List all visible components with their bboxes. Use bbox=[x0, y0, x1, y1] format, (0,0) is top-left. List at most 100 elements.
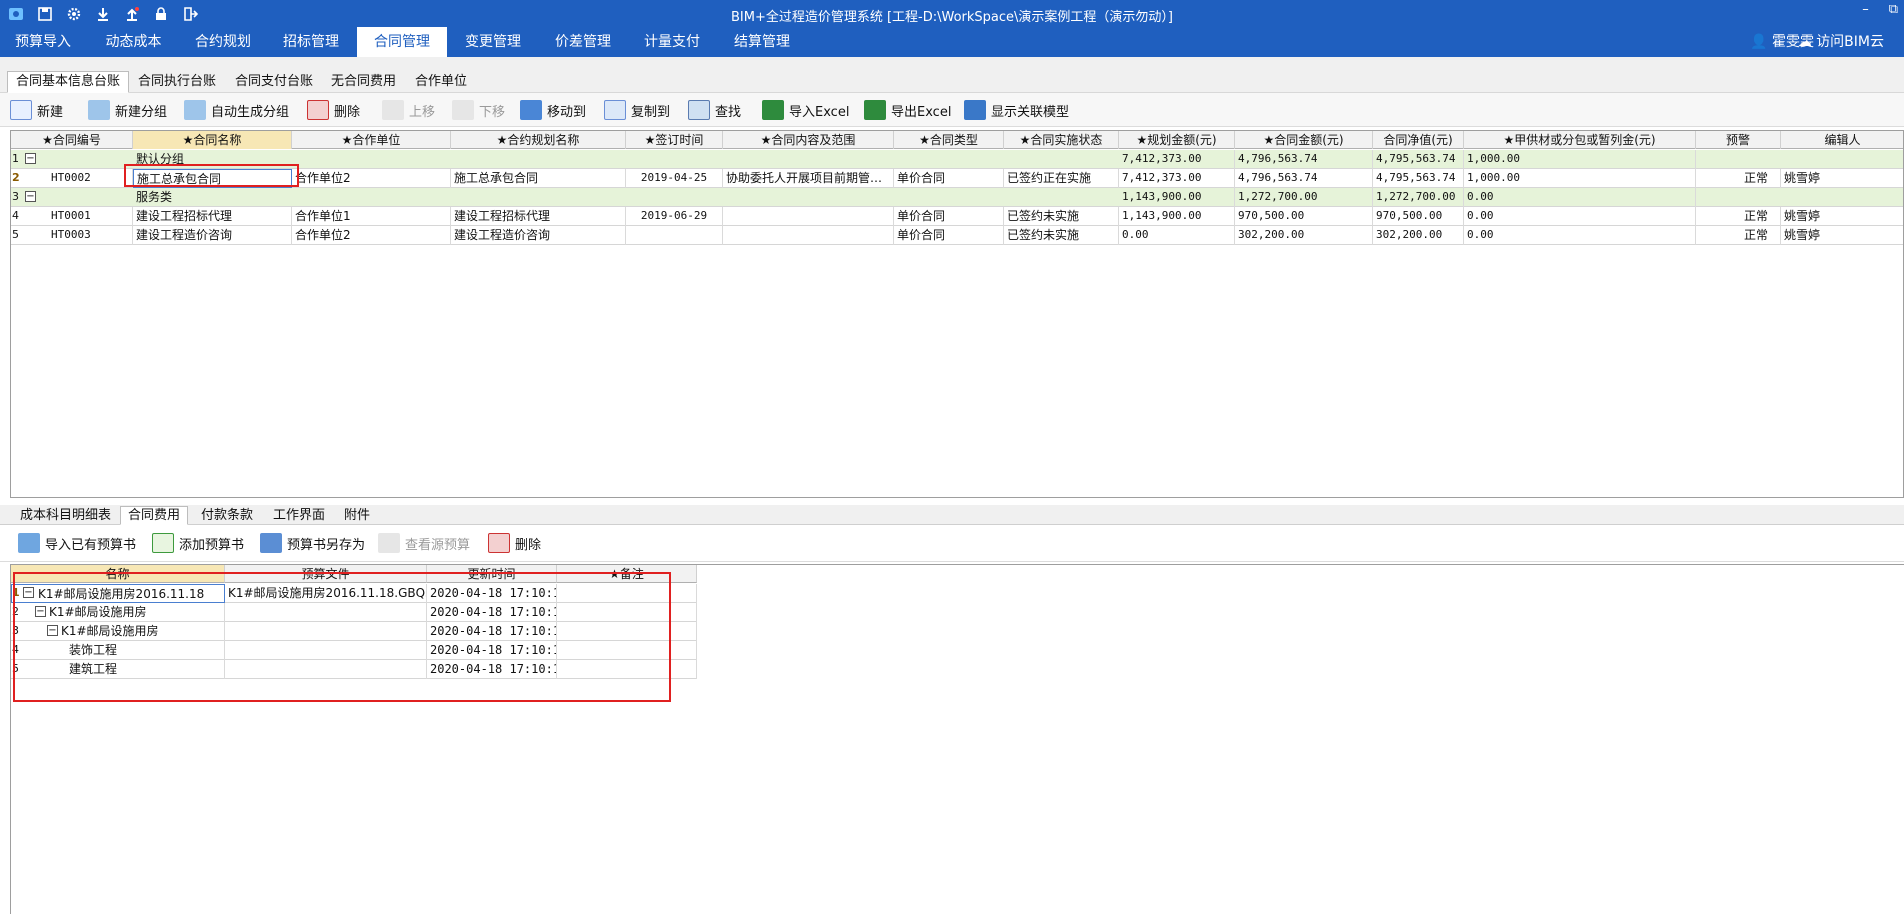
col-net-value[interactable]: 合同净值(元) bbox=[1373, 131, 1464, 149]
col-supply-amount[interactable]: ★甲供材或分包或暂列金(元) bbox=[1464, 131, 1696, 149]
contract-code[interactable]: HT0002 bbox=[29, 169, 133, 188]
menu-bidding[interactable]: 招标管理 bbox=[265, 27, 357, 57]
update-time[interactable]: 2020-04-18 17:10:14 bbox=[427, 641, 557, 660]
col-scope[interactable]: ★合同内容及范围 bbox=[723, 131, 894, 149]
budget-name[interactable]: 装饰工程 bbox=[11, 641, 225, 660]
plan-amount[interactable]: 0.00 bbox=[1119, 226, 1235, 245]
group-row[interactable]: 1 − 默认分组 7,412,373.00 4,796,563.74 4,795… bbox=[11, 150, 1903, 169]
remark[interactable] bbox=[557, 622, 697, 641]
budget-name[interactable]: 建筑工程 bbox=[11, 660, 225, 679]
scope[interactable]: 协助委托人开展项目前期管… bbox=[723, 169, 894, 188]
contract-name[interactable]: 建设工程招标代理 bbox=[133, 207, 292, 226]
update-time[interactable]: 2020-04-18 17:10:14 bbox=[427, 660, 557, 679]
col-contract-code[interactable]: ★合同编号 bbox=[11, 131, 133, 149]
col-contract-amount[interactable]: ★合同金额(元) bbox=[1235, 131, 1373, 149]
sign-date[interactable]: 2019-06-29 bbox=[626, 207, 723, 226]
tab-contract-basic-ledger[interactable]: 合同基本信息台账 bbox=[7, 71, 130, 93]
group-row[interactable]: 3 − 服务类 1,143,900.00 1,272,700.00 1,272,… bbox=[11, 188, 1903, 207]
collapse-icon[interactable]: − bbox=[25, 153, 36, 164]
export-excel-button[interactable]: 导出Excel bbox=[864, 98, 951, 122]
net-value[interactable]: 4,795,563.74 bbox=[1373, 169, 1464, 188]
col-budget-file[interactable]: 预算文件 bbox=[225, 565, 427, 583]
minimize-button[interactable]: – bbox=[1862, 2, 1869, 17]
menu-dynamic-cost[interactable]: 动态成本 bbox=[86, 27, 181, 57]
tab-cost-subject-detail[interactable]: 成本科目明细表 bbox=[12, 506, 119, 525]
table-row[interactable]: 5 HT0003 建设工程造价咨询 合作单位2 建设工程造价咨询 单价合同 已签… bbox=[11, 226, 1903, 245]
delete-budget-button[interactable]: 删除 bbox=[488, 531, 541, 555]
import-excel-button[interactable]: 导入Excel bbox=[762, 98, 849, 122]
contract-name[interactable]: 建设工程造价咨询 bbox=[133, 226, 292, 245]
col-sign-date[interactable]: ★签订时间 bbox=[626, 131, 723, 149]
tab-contract-execution-ledger[interactable]: 合同执行台账 bbox=[129, 71, 225, 93]
update-time[interactable]: 2020-04-18 17:10:14 bbox=[427, 584, 557, 603]
budget-row[interactable]: 3 − K1#邮局设施用房 2020-04-18 17:10:14 bbox=[11, 622, 697, 641]
tab-work-interface[interactable]: 工作界面 bbox=[265, 506, 333, 525]
net-value[interactable]: 970,500.00 bbox=[1373, 207, 1464, 226]
view-source-budget-button[interactable]: 查看源预算 bbox=[378, 531, 470, 555]
sign-date[interactable] bbox=[626, 226, 723, 245]
supply-amount[interactable]: 1,000.00 bbox=[1464, 169, 1696, 188]
contract-name[interactable]: 施工总承包合同 bbox=[133, 169, 292, 188]
plan-amount[interactable]: 1,143,900.00 bbox=[1119, 207, 1235, 226]
delete-button[interactable]: 删除 bbox=[307, 98, 360, 122]
move-to-button[interactable]: 移动到 bbox=[520, 98, 586, 122]
scope[interactable] bbox=[723, 226, 894, 245]
new-group-button[interactable]: 新建分组 bbox=[88, 98, 167, 122]
move-up-button[interactable]: 上移 bbox=[382, 98, 435, 122]
tab-partners[interactable]: 合作单位 bbox=[406, 71, 476, 93]
update-time[interactable]: 2020-04-18 17:10:14 bbox=[427, 603, 557, 622]
plan-name[interactable]: 建设工程造价咨询 bbox=[451, 226, 626, 245]
budget-file[interactable] bbox=[225, 660, 427, 679]
remark[interactable] bbox=[557, 641, 697, 660]
col-status[interactable]: ★合同实施状态 bbox=[1004, 131, 1119, 149]
menu-settlement[interactable]: 结算管理 bbox=[717, 27, 807, 57]
budget-file[interactable]: K1#邮局设施用房2016.11.18.GBQ5 bbox=[225, 584, 427, 603]
col-update-time[interactable]: 更新时间 bbox=[427, 565, 557, 583]
menu-price-difference[interactable]: 价差管理 bbox=[539, 27, 627, 57]
status[interactable]: 已签约未实施 bbox=[1004, 226, 1119, 245]
restore-button[interactable]: ⧉ bbox=[1889, 2, 1898, 17]
plan-name[interactable]: 施工总承包合同 bbox=[451, 169, 626, 188]
col-editor[interactable]: 编辑人 bbox=[1781, 131, 1903, 149]
tab-attachments[interactable]: 附件 bbox=[336, 506, 378, 525]
horizontal-scrollbar[interactable] bbox=[19, 497, 1629, 498]
supply-amount[interactable]: 0.00 bbox=[1464, 226, 1696, 245]
budget-file[interactable] bbox=[225, 603, 427, 622]
table-row[interactable]: 4 HT0001 建设工程招标代理 合作单位1 建设工程招标代理 2019-06… bbox=[11, 207, 1903, 226]
col-name[interactable]: 名称 bbox=[11, 565, 225, 583]
budget-row[interactable]: 4 装饰工程 2020-04-18 17:10:14 bbox=[11, 641, 697, 660]
partner[interactable]: 合作单位2 bbox=[292, 169, 451, 188]
move-down-button[interactable]: 下移 bbox=[452, 98, 505, 122]
partner[interactable]: 合作单位2 bbox=[292, 226, 451, 245]
show-model-button[interactable]: 显示关联模型 bbox=[964, 98, 1069, 122]
editor[interactable]: 姚雪婷 bbox=[1781, 169, 1903, 188]
menu-change-management[interactable]: 变更管理 bbox=[447, 27, 539, 57]
tab-non-contract-fees[interactable]: 无合同费用 bbox=[322, 71, 405, 93]
update-time[interactable]: 2020-04-18 17:10:14 bbox=[427, 622, 557, 641]
tab-contract-payment-ledger[interactable]: 合同支付台账 bbox=[226, 71, 322, 93]
sign-date[interactable]: 2019-04-25 bbox=[626, 169, 723, 188]
warning-status[interactable]: 正常 bbox=[1696, 169, 1781, 188]
remark[interactable] bbox=[557, 603, 697, 622]
find-button[interactable]: 查找 bbox=[688, 98, 741, 122]
import-budget-button[interactable]: 导入已有预算书 bbox=[18, 531, 136, 555]
contract-type[interactable]: 单价合同 bbox=[894, 207, 1004, 226]
col-partner[interactable]: ★合作单位 bbox=[292, 131, 451, 149]
col-warning[interactable]: 预警 bbox=[1696, 131, 1781, 149]
remark[interactable] bbox=[557, 584, 697, 603]
tab-payment-terms[interactable]: 付款条款 bbox=[193, 506, 261, 525]
contract-code[interactable]: HT0003 bbox=[29, 226, 133, 245]
editor[interactable]: 姚雪婷 bbox=[1781, 207, 1903, 226]
contract-amount[interactable]: 970,500.00 bbox=[1235, 207, 1373, 226]
contract-type[interactable]: 单价合同 bbox=[894, 226, 1004, 245]
copy-to-button[interactable]: 复制到 bbox=[604, 98, 670, 122]
warning-status[interactable]: 正常 bbox=[1696, 226, 1781, 245]
contract-amount[interactable]: 4,796,563.74 bbox=[1235, 169, 1373, 188]
budget-name[interactable]: K1#邮局设施用房 bbox=[11, 622, 225, 641]
status[interactable]: 已签约未实施 bbox=[1004, 207, 1119, 226]
col-contract-name[interactable]: ★合同名称 bbox=[133, 131, 292, 149]
col-plan-amount[interactable]: ★规划金额(元) bbox=[1119, 131, 1235, 149]
budget-row[interactable]: 1 − K1#邮局设施用房2016.11.18 K1#邮局设施用房2016.11… bbox=[11, 584, 697, 603]
contract-amount[interactable]: 302,200.00 bbox=[1235, 226, 1373, 245]
menu-budget-import[interactable]: 预算导入 bbox=[0, 27, 86, 57]
